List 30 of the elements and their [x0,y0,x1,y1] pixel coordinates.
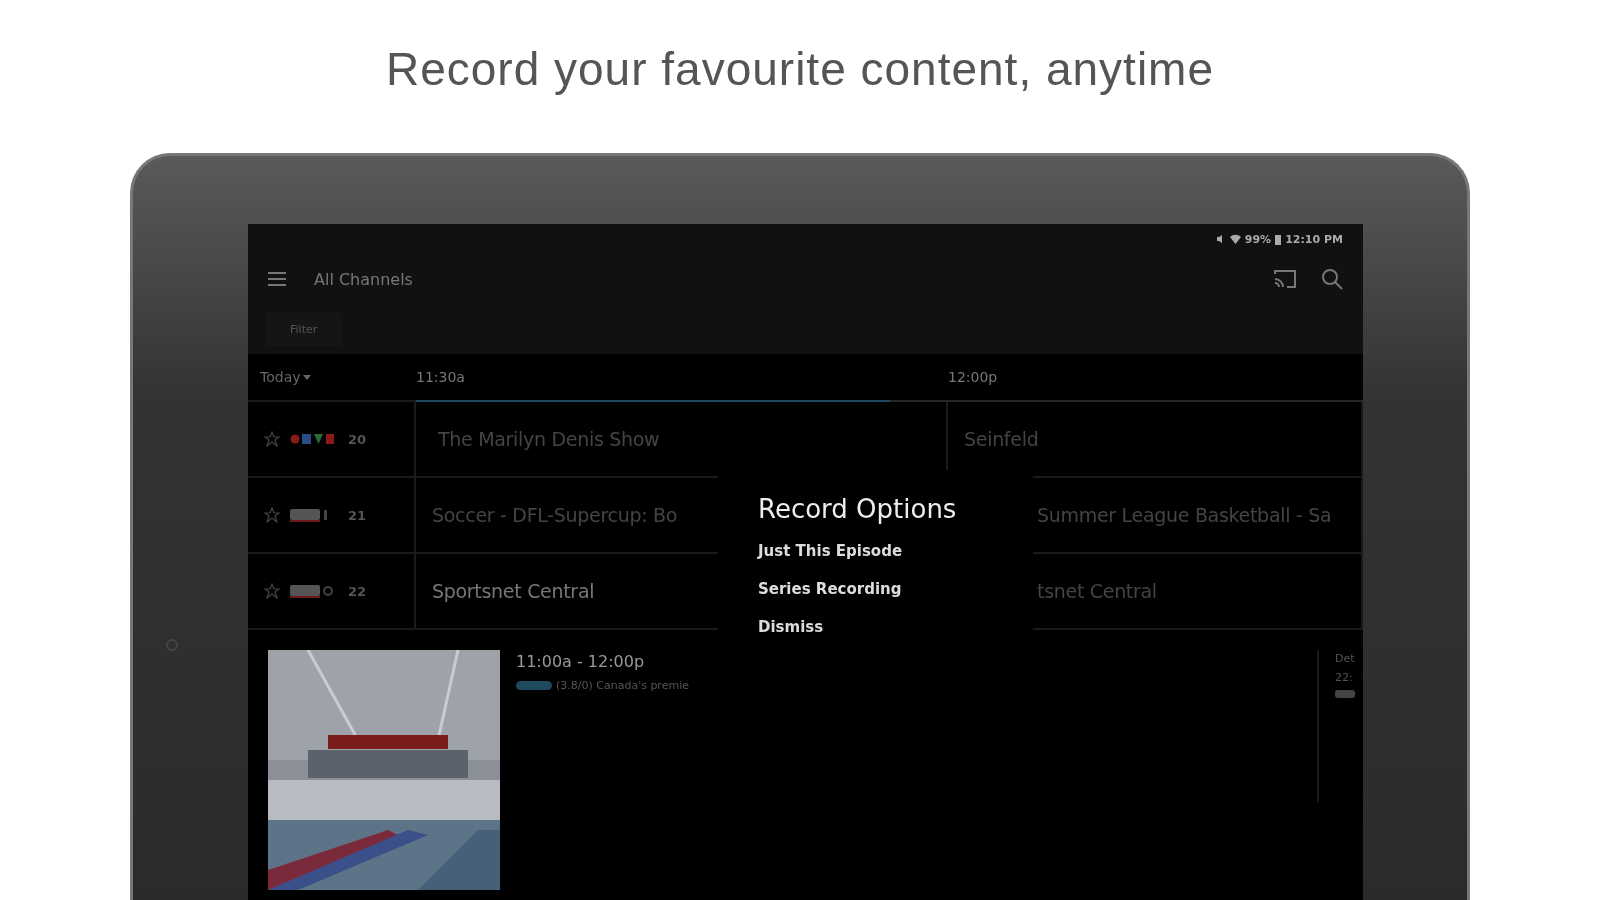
channel-number: 21 [348,507,367,523]
battery-icon [1275,233,1282,245]
dialog-option[interactable]: Series Recording [758,580,902,598]
toolbar-title: All Channels [314,269,413,289]
program-description: (3.8/0) Canada's premie [556,679,689,692]
side-panel-text: 22: [1335,671,1354,684]
filter-button[interactable]: Filter [266,312,342,346]
dialog-title: Record Options [758,494,957,524]
clock: 12:10 PM [1285,232,1343,246]
search-icon[interactable] [1321,268,1343,290]
star-icon[interactable] [264,583,280,599]
rating-badge [516,681,552,690]
star-icon[interactable] [264,431,280,447]
dialog-option[interactable]: Just This Episode [758,542,903,560]
program-time: 11:00a - 12:00p [516,652,646,671]
caret-icon [302,374,311,380]
star-icon[interactable] [264,507,280,523]
battery-percent: 99% [1244,232,1272,246]
time-label: 11:30a [416,369,465,385]
channel-number: 20 [348,431,367,447]
wifi-icon [1229,234,1241,244]
side-panel-text: Det [1335,652,1356,665]
channel-number: 22 [348,583,367,599]
cast-icon[interactable] [1273,269,1297,289]
menu-icon[interactable] [268,272,286,286]
time-label: 12:00p [948,369,998,385]
rating-badge [1335,690,1355,698]
headline: Record your favourite content, anytime [384,42,1216,97]
dialog-option[interactable]: Dismiss [758,618,824,636]
day-dropdown[interactable]: Today [260,369,301,385]
